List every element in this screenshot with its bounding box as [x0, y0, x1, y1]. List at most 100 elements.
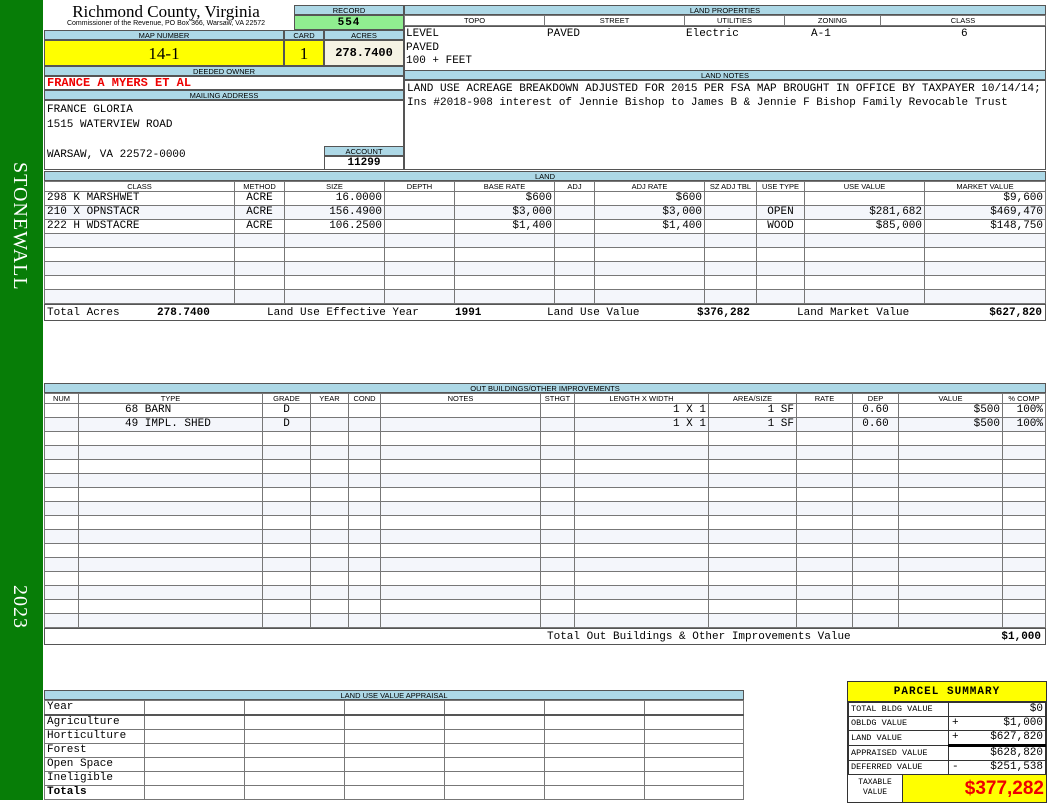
outbuilding-cell — [44, 487, 79, 502]
land-notes-label: LAND NOTES — [404, 70, 1046, 80]
land-cell — [384, 233, 455, 248]
outbuilding-cell — [796, 501, 853, 516]
land-totals: Total Acres 278.7400 Land Use Effective … — [44, 304, 1046, 321]
appraisal-cell — [344, 757, 445, 772]
land-row: 298 K MARSHWET ACRE 16.0000 $600 $600 $9,600 — [44, 191, 1046, 206]
land-cell — [704, 261, 757, 276]
land-cell — [454, 247, 555, 262]
outbuilding-cell — [78, 585, 263, 600]
land-cell — [594, 247, 705, 262]
outbuilding-cell — [380, 613, 541, 628]
outbuilding-cell — [348, 487, 381, 502]
appraisal-cell — [344, 714, 445, 730]
summary-label: DEFERRED VALUE — [848, 760, 949, 775]
column-header: GRADE — [262, 393, 311, 404]
record-label: RECORD — [294, 5, 404, 15]
column-header: DEPTH — [384, 181, 455, 192]
outbuilding-cell — [574, 571, 709, 586]
land-cell — [804, 261, 925, 276]
outbuilding-cell — [898, 599, 1003, 614]
outbuilding-cell — [78, 445, 263, 460]
land-cell — [756, 247, 805, 262]
outbuilding-cell — [852, 431, 899, 446]
outbuilding-cell: 100% — [1002, 403, 1046, 418]
outbuilding-cell: 49 IMPL. SHED — [78, 417, 263, 432]
appraisal-cell — [344, 785, 445, 800]
outbuilding-cell — [44, 445, 79, 460]
appraisal-cell — [544, 729, 645, 744]
land-cell — [756, 233, 805, 248]
land-row — [44, 289, 1046, 304]
land-cell — [804, 191, 925, 206]
outbuilding-cell — [540, 445, 575, 460]
outbuilding-cell — [796, 613, 853, 628]
summary-row: LAND VALUE + $627,820 — [848, 730, 1046, 746]
land-cell — [454, 289, 555, 304]
outbuilding-cell — [574, 529, 709, 544]
address-line: 1515 WATERVIEW ROAD — [47, 119, 173, 131]
outbuilding-cell: $500 — [898, 417, 1003, 432]
outbuilding-cell — [796, 515, 853, 530]
outbuilding-cell — [1002, 445, 1046, 460]
appraisal-cell — [644, 743, 744, 758]
appraisal-row: Totals — [44, 785, 744, 800]
land-cell — [924, 275, 1046, 290]
column-header: TOPO — [404, 15, 545, 26]
outbuilding-cell — [380, 585, 541, 600]
outbuilding-cell — [540, 417, 575, 432]
appraisal-cell — [444, 729, 545, 744]
outbuilding-cell — [898, 557, 1003, 572]
outbuilding-cell — [44, 473, 79, 488]
outbuilding-cell — [78, 599, 263, 614]
outbuilding-cell — [348, 613, 381, 628]
total-acres-label: Total Acres — [47, 307, 120, 319]
column-header: UTILITIES — [684, 15, 785, 26]
outbuilding-cell — [852, 501, 899, 516]
outbuilding-cell — [708, 501, 797, 516]
class-value: 6 — [961, 28, 968, 40]
outbuilding-cell — [348, 571, 381, 586]
appraisal-cell — [644, 771, 744, 786]
outbuilding-cell — [1002, 529, 1046, 544]
land-cell — [554, 233, 595, 248]
column-header: BASE RATE — [454, 181, 555, 192]
appraisal-cell — [644, 700, 744, 716]
appraisal-cell — [144, 729, 245, 744]
outbuilding-cell — [44, 403, 79, 418]
land-cell — [44, 261, 235, 276]
land-cell — [924, 233, 1046, 248]
outbuilding-cell — [310, 613, 349, 628]
outbuilding-cell — [708, 557, 797, 572]
land-cell — [554, 275, 595, 290]
land-row — [44, 275, 1046, 290]
outbuilding-cell — [898, 529, 1003, 544]
outbuilding-cell: 0.60 — [852, 417, 899, 432]
land-cell: 298 K MARSHWET — [44, 191, 235, 206]
outbuilding-cell — [348, 417, 381, 432]
topo-value: LEVEL — [406, 28, 440, 40]
map-number-label: MAP NUMBER — [44, 30, 284, 40]
land-cell — [384, 205, 455, 220]
address-line: FRANCE GLORIA — [47, 104, 133, 116]
land-cell — [704, 247, 757, 262]
outbuilding-cell — [348, 459, 381, 474]
land-cell — [594, 261, 705, 276]
summary-sign: + — [952, 731, 959, 744]
outbuilding-cell — [540, 613, 575, 628]
outbuilding-cell — [262, 571, 311, 586]
outbuilding-cell — [540, 557, 575, 572]
appraisal-row-label: Forest — [44, 743, 145, 758]
appraisal-cell — [444, 785, 545, 800]
outbuilding-cell: D — [262, 403, 311, 418]
outbuilding-cell — [1002, 515, 1046, 530]
column-header: STHGT — [540, 393, 575, 404]
outbuilding-cell — [898, 459, 1003, 474]
outbuilding-cell — [574, 613, 709, 628]
land-cell — [454, 233, 555, 248]
column-header: NOTES — [380, 393, 541, 404]
land-cell — [284, 275, 385, 290]
outbuilding-cell — [78, 431, 263, 446]
outbuilding-cell — [348, 529, 381, 544]
outbuilding-cell — [262, 473, 311, 488]
outbuilding-cell: 1 SF — [708, 403, 797, 418]
